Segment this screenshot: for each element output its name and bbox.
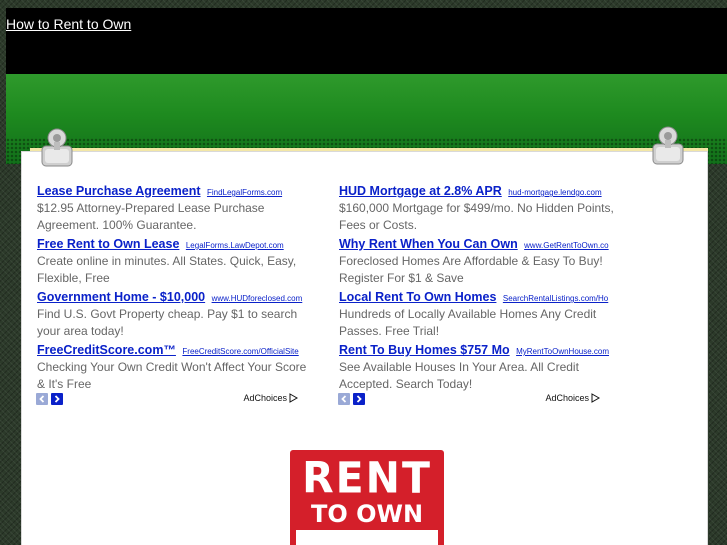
adchoices-label: AdChoices	[545, 393, 589, 403]
ad-description: Find U.S. Govt Property cheap. Pay $1 to…	[37, 307, 298, 338]
ad-description: $12.95 Attorney-Prepared Lease Purchase …	[37, 201, 265, 232]
adchoices-label: AdChoices	[243, 393, 287, 403]
ad-title-link[interactable]: HUD Mortgage at 2.8% APR	[339, 184, 502, 198]
rent-to-own-sign-image: RENT TO OWN	[290, 450, 444, 545]
ad-url-link[interactable]: FreeCreditScore.com/OfficialSite	[182, 347, 298, 356]
previous-ads-button[interactable]	[36, 393, 48, 405]
ad-item: Local Rent To Own Homes SearchRentalList…	[339, 288, 614, 340]
adchoices-link[interactable]: AdChoices	[243, 393, 298, 403]
ad-unit-right: HUD Mortgage at 2.8% APR hud-mortgage.le…	[339, 182, 614, 394]
ad-url-link[interactable]: www.HUDforeclosed.com	[212, 294, 303, 303]
adchoices-icon	[591, 393, 600, 403]
ad-footer-right: AdChoices	[338, 393, 600, 407]
ad-description: Checking Your Own Credit Won't Affect Yo…	[37, 360, 307, 391]
adchoices-link[interactable]: AdChoices	[545, 393, 600, 403]
ad-footer-left: AdChoices	[36, 393, 298, 407]
ad-item: Lease Purchase Agreement FindLegalForms.…	[37, 182, 312, 234]
ad-description: Create online in minutes. All States. Qu…	[37, 254, 297, 285]
previous-ads-button[interactable]	[338, 393, 350, 405]
ad-title-link[interactable]: Lease Purchase Agreement	[37, 184, 201, 198]
sign-text-to-own: TO OWN	[310, 500, 424, 528]
next-ads-button[interactable]	[353, 393, 365, 405]
sign-panel	[296, 530, 438, 545]
ad-url-link[interactable]: hud-mortgage.lendgo.com	[508, 188, 601, 197]
next-ads-button[interactable]	[51, 393, 63, 405]
chevron-right-icon	[356, 395, 362, 403]
ad-url-link[interactable]: MyRentToOwnHouse.com	[516, 347, 609, 356]
ad-title-link[interactable]: Why Rent When You Can Own	[339, 237, 518, 251]
ad-url-link[interactable]: SearchRentalListings.com/Ho	[503, 294, 608, 303]
chevron-right-icon	[54, 395, 60, 403]
ad-url-link[interactable]: www.GetRentToOwn.co	[524, 241, 608, 250]
ad-unit-left: Lease Purchase Agreement FindLegalForms.…	[37, 182, 312, 394]
ad-title-link[interactable]: FreeCreditScore.com™	[37, 343, 176, 357]
ad-url-link[interactable]: FindLegalForms.com	[207, 188, 282, 197]
ad-title-link[interactable]: Rent To Buy Homes $757 Mo	[339, 343, 510, 357]
paper-clip-icon	[647, 124, 689, 170]
ad-title-link[interactable]: Local Rent To Own Homes	[339, 290, 496, 304]
ad-title-link[interactable]: Free Rent to Own Lease	[37, 237, 179, 251]
ad-item: Free Rent to Own Lease LegalForms.LawDep…	[37, 235, 312, 287]
ad-item: FreeCreditScore.com™ FreeCreditScore.com…	[37, 341, 312, 393]
ad-description: Hundreds of Locally Available Homes Any …	[339, 307, 597, 338]
ad-item: Why Rent When You Can Own www.GetRentToO…	[339, 235, 614, 287]
ad-description: $160,000 Mortgage for $499/mo. No Hidden…	[339, 201, 614, 232]
ad-description: Foreclosed Homes Are Affordable & Easy T…	[339, 254, 603, 285]
ad-item: Rent To Buy Homes $757 Mo MyRentToOwnHou…	[339, 341, 614, 393]
ad-description: See Available Houses In Your Area. All C…	[339, 360, 579, 391]
chevron-left-icon	[341, 395, 347, 403]
site-title-link[interactable]: How to Rent to Own	[6, 16, 131, 32]
sign-text-rent: RENT	[302, 452, 432, 504]
ad-title-link[interactable]: Government Home - $10,000	[37, 290, 205, 304]
ad-url-link[interactable]: LegalForms.LawDepot.com	[186, 241, 284, 250]
chevron-left-icon	[39, 395, 45, 403]
adchoices-icon	[289, 393, 298, 403]
ad-item: HUD Mortgage at 2.8% APR hud-mortgage.le…	[339, 182, 614, 234]
ad-item: Government Home - $10,000 www.HUDforeclo…	[37, 288, 312, 340]
paper-clip-icon	[36, 126, 78, 172]
